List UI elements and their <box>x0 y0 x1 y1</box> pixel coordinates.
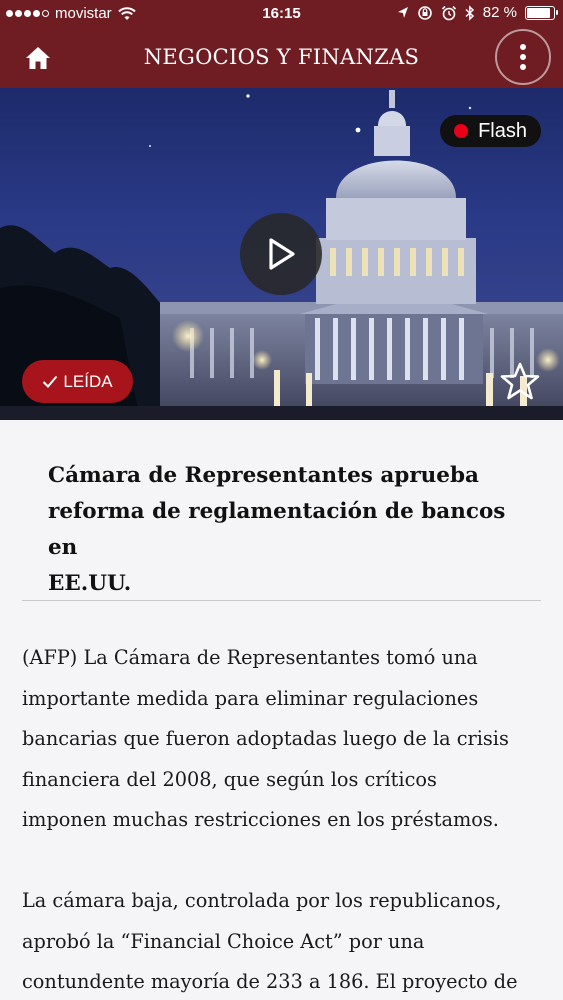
nav-bar: NEGOCIOS Y FINANZAS <box>0 28 563 88</box>
play-button[interactable] <box>240 213 322 295</box>
paragraph-line: aprobó la “Financial Choice Act” por una <box>22 929 425 953</box>
paragraph-line: (AFP) La Cámara de Representantes tomó u… <box>22 646 478 669</box>
alarm-icon <box>441 5 456 20</box>
paragraph-line: contundente mayoría de 233 a 186. El pro… <box>22 970 518 993</box>
location-icon <box>397 6 408 18</box>
divider <box>22 600 541 601</box>
play-icon <box>269 238 295 270</box>
headline-line: EE.UU. <box>48 571 132 596</box>
check-icon <box>43 375 58 388</box>
status-right: 82 % <box>397 4 558 21</box>
live-dot-icon <box>454 124 469 138</box>
rotation-lock-icon <box>417 5 432 20</box>
favorite-button[interactable] <box>499 360 541 402</box>
paragraph-line: imponen muchas restricciones en los prés… <box>22 808 499 831</box>
flash-badge: Flash <box>440 115 541 147</box>
read-badge[interactable]: LEÍDA <box>22 360 133 403</box>
paragraph-line: importante medida para eliminar regulaci… <box>22 686 479 710</box>
paragraph-line: financiera del 2008, que según los críti… <box>22 767 437 791</box>
hero-video[interactable]: Flash LEÍDA <box>0 88 563 420</box>
more-vertical-icon <box>520 44 526 50</box>
more-menu-button[interactable] <box>495 29 551 85</box>
read-label: LEÍDA <box>63 371 113 391</box>
article-paragraph-2: La cámara baja, controlada por los repub… <box>22 881 552 1000</box>
paragraph-line: bancarias que fueron adoptadas luego de … <box>22 727 509 750</box>
battery-percent: 82 % <box>482 4 517 21</box>
home-button[interactable] <box>18 40 58 76</box>
headline-line: reforma de reglamentación de bancos en <box>48 499 506 560</box>
headline-line: Cámara de Representantes aprueba <box>48 463 479 488</box>
flash-label: Flash <box>478 119 527 142</box>
article-headline: Cámara de Representantes aprueba reforma… <box>48 458 518 602</box>
status-bar: movistar 16:15 82 % <box>0 0 563 28</box>
bluetooth-icon <box>465 4 474 21</box>
paragraph-line: La cámara baja, controlada por los repub… <box>22 889 502 912</box>
battery-icon <box>525 5 558 20</box>
star-outline-icon <box>500 362 540 400</box>
home-icon <box>26 47 50 69</box>
article-paragraph-1: (AFP) La Cámara de Representantes tomó u… <box>22 638 552 841</box>
page-title: NEGOCIOS Y FINANZAS <box>143 45 420 69</box>
